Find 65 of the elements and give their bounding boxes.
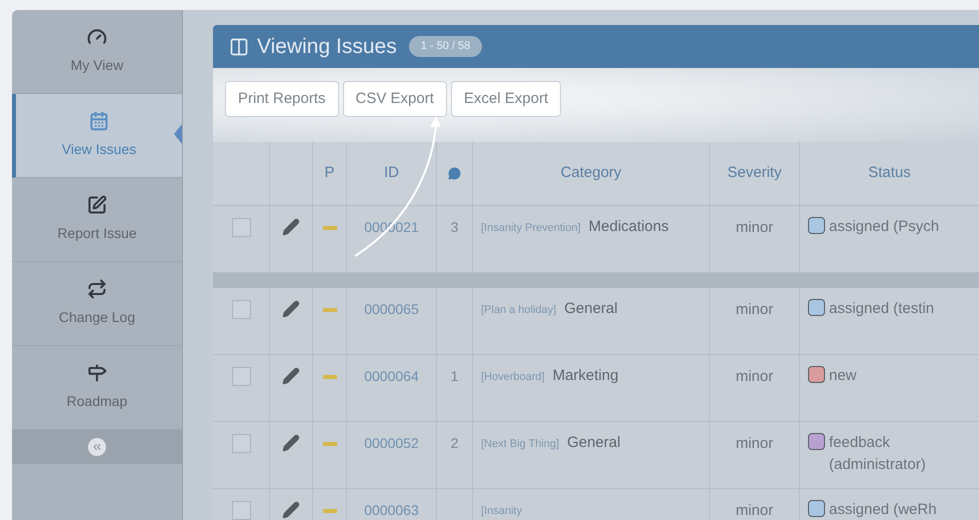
- priority-icon: [322, 375, 336, 379]
- signpost-icon: [87, 363, 107, 383]
- project-link[interactable]: [Next Big Thing]: [481, 438, 560, 450]
- project-link[interactable]: [Plan a holiday]: [481, 304, 556, 316]
- severity-text: minor: [736, 219, 774, 236]
- edit-icon[interactable]: [282, 434, 300, 452]
- row-checkbox[interactable]: [232, 367, 250, 386]
- row-checkbox[interactable]: [232, 434, 250, 453]
- edit-icon[interactable]: [282, 367, 300, 385]
- edit-icon[interactable]: [282, 501, 300, 519]
- category-text: Marketing: [552, 367, 618, 384]
- collapse-button[interactable]: [88, 438, 106, 456]
- project-link[interactable]: [Hoverboard]: [481, 371, 545, 383]
- severity-text: minor: [736, 502, 774, 519]
- status-text: assigned (weRh: [829, 500, 938, 520]
- priority-icon: [322, 226, 336, 230]
- repeat-icon: [87, 279, 107, 299]
- panel-title: Viewing Issues: [257, 34, 397, 60]
- gauge-icon: [87, 27, 107, 47]
- column-header[interactable]: Status: [868, 162, 911, 185]
- sidebar-item[interactable]: Report Issue: [12, 178, 182, 262]
- note-count: 2: [450, 435, 458, 451]
- column-header[interactable]: ID: [384, 162, 399, 185]
- issue-id-link[interactable]: 0000065: [364, 301, 419, 317]
- row-checkbox[interactable]: [232, 501, 250, 520]
- project-link[interactable]: [Insanity: [481, 505, 522, 517]
- row-checkbox[interactable]: [232, 218, 250, 237]
- category-text: Medications: [588, 218, 669, 235]
- sidebar-item[interactable]: Change Log: [12, 262, 182, 346]
- toolbar-button[interactable]: Print Reports: [225, 81, 339, 117]
- severity-text: minor: [736, 301, 774, 318]
- issue-id-link[interactable]: 0000021: [364, 219, 419, 235]
- category-text: General: [564, 300, 618, 317]
- priority-icon: [322, 442, 336, 446]
- note-count: 1: [450, 368, 458, 384]
- sidebar-item[interactable]: View Issues: [12, 94, 182, 178]
- column-header[interactable]: P: [324, 162, 334, 185]
- chevrons-left-icon: [91, 441, 103, 453]
- status-text: assigned (testin: [829, 299, 936, 319]
- count-badge: 1 - 50 / 58: [408, 36, 482, 57]
- calendar-icon: [89, 111, 109, 131]
- pointer-icon: [174, 124, 182, 144]
- priority-icon: [322, 509, 336, 513]
- note-count: 3: [450, 219, 458, 235]
- category-text: General: [567, 434, 620, 451]
- issue-id-link[interactable]: 0000052: [364, 435, 419, 451]
- issue-id-link[interactable]: 0000063: [364, 502, 419, 518]
- priority-icon: [322, 308, 336, 312]
- edit-icon[interactable]: [282, 300, 300, 318]
- edit-icon: [87, 195, 107, 215]
- row-checkbox[interactable]: [232, 300, 250, 319]
- severity-text: minor: [736, 368, 774, 385]
- column-header[interactable]: Category: [560, 162, 622, 185]
- issue-id-link[interactable]: 0000064: [364, 368, 419, 384]
- toolbar-button[interactable]: Excel Export: [450, 81, 562, 117]
- columns-icon: [229, 36, 249, 56]
- toolbar-button[interactable]: CSV Export: [342, 81, 447, 117]
- status-text: feedback (administrator): [829, 433, 927, 475]
- severity-text: minor: [736, 435, 774, 452]
- edit-icon[interactable]: [282, 218, 300, 236]
- status-text: assigned (Psych: [829, 217, 940, 237]
- comments-icon: [448, 167, 461, 180]
- project-link[interactable]: [Insanity Prevention]: [481, 222, 581, 234]
- status-text: new: [829, 366, 858, 386]
- column-header[interactable]: Severity: [727, 162, 782, 185]
